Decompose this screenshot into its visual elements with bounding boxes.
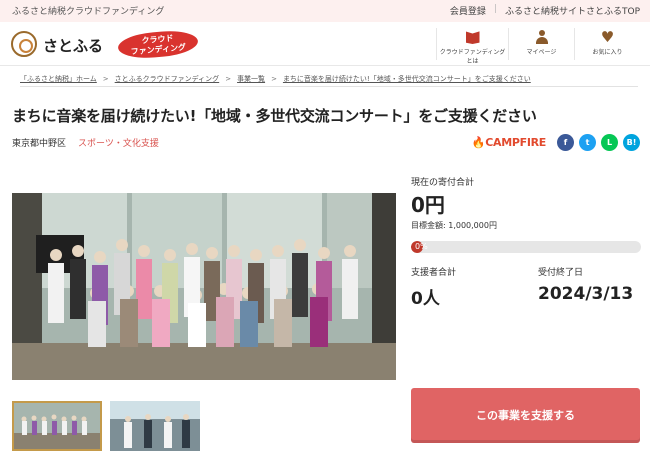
satofull-logo-icon[interactable] [11, 31, 37, 57]
logo-text[interactable]: さとふる [43, 35, 103, 56]
register-link[interactable]: 会員登録 [450, 4, 486, 17]
main-project-photo [12, 193, 396, 380]
breadcrumb-separator: > [225, 75, 232, 83]
person-icon [535, 30, 549, 44]
thumbnail-image [14, 403, 100, 449]
project-category[interactable]: スポーツ・文化支援 [78, 136, 159, 149]
heart-icon: ♥ [600, 28, 615, 46]
breadcrumb-separator: > [271, 75, 277, 83]
link-divider: | [493, 4, 497, 14]
top-bar: ふるさと納税クラウドファンディング 会員登録 | ふるさと納税サイトさとふるTO… [0, 0, 650, 22]
current-total-amount: 0円 [411, 193, 445, 217]
campfire-logo[interactable]: 🔥CAMPFIRE [472, 136, 546, 149]
deadline-label: 受付終了日 [538, 268, 584, 278]
site-header: さとふる クラウド ファンディング クラウドファンディングとは マイページ ♥ … [0, 22, 650, 66]
nav-label: クラウドファンディングとは [439, 49, 506, 65]
breadcrumb-current[interactable]: まちに音楽を届け続けたい!「地域・多世代交流コンサート」をご支援ください [283, 74, 531, 84]
header-nav: クラウドファンディングとは マイページ ♥ お気に入り [436, 28, 640, 65]
deadline-date: 2024/3/13 [538, 284, 634, 304]
share-bar: 🔥CAMPFIRE f t L B! [472, 134, 640, 151]
badge-line-2: ファンディング [130, 42, 187, 57]
nav-label: マイページ [526, 49, 557, 56]
nav-favorites[interactable]: ♥ お気に入り [574, 28, 640, 60]
facebook-share-icon[interactable]: f [557, 134, 574, 151]
line-share-icon[interactable]: L [601, 134, 618, 151]
supporters-count: 0人 [411, 289, 440, 309]
nav-label: お気に入り [592, 49, 623, 56]
target-amount: 目標金額: 1,000,000円 [411, 221, 497, 230]
supporters-label: 支援者合計 [411, 268, 457, 278]
breadcrumb: 「ふるさと納税」ホーム > さとふるクラウドファンディング > 事業一覧 > ま… [20, 72, 638, 87]
breadcrumb-separator: > [102, 75, 109, 83]
project-meta: 東京都中野区 スポーツ・文化支援 [12, 136, 159, 149]
supporters-block: 支援者合計 0人 [411, 265, 456, 309]
site-tagline: ふるさと納税クラウドファンディング [12, 7, 165, 17]
thumbnail-1[interactable] [12, 401, 102, 451]
photo-thumbnails [12, 401, 200, 451]
page-title: まちに音楽を届け続けたい!「地域・多世代交流コンサート」をご支援ください [12, 107, 537, 125]
support-project-button[interactable]: この事業を支援する [411, 388, 640, 443]
donation-stats: 現在の寄付合計 0円 目標金額: 1,000,000円 0% 支援者合計 0人 … [411, 175, 641, 309]
funding-progress-bar: 0% [411, 241, 641, 253]
thumbnail-image [110, 401, 200, 451]
progress-percent: 0% [415, 242, 428, 251]
twitter-share-icon[interactable]: t [579, 134, 596, 151]
thumbnail-2[interactable] [110, 401, 200, 451]
book-icon [465, 31, 480, 44]
group-photo-illustration [12, 193, 396, 380]
breadcrumb-projects[interactable]: 事業一覧 [237, 74, 265, 84]
breadcrumb-crowdfunding[interactable]: さとふるクラウドファンディング [115, 74, 220, 84]
hatena-share-icon[interactable]: B! [623, 134, 640, 151]
satofull-top-link[interactable]: ふるさと納税サイトさとふるTOP [505, 4, 640, 17]
deadline-block: 受付終了日 2024/3/13 [538, 265, 633, 304]
crowdfunding-badge[interactable]: クラウド ファンディング [117, 28, 199, 61]
nav-about-crowdfunding[interactable]: クラウドファンディングとは [436, 28, 508, 65]
project-area[interactable]: 東京都中野区 [12, 136, 66, 149]
top-links: 会員登録 | ふるさと納税サイトさとふるTOP [450, 4, 640, 17]
current-total-label: 現在の寄付合計 [411, 178, 475, 188]
nav-mypage[interactable]: マイページ [508, 28, 574, 60]
breadcrumb-home[interactable]: 「ふるさと納税」ホーム [20, 74, 97, 84]
